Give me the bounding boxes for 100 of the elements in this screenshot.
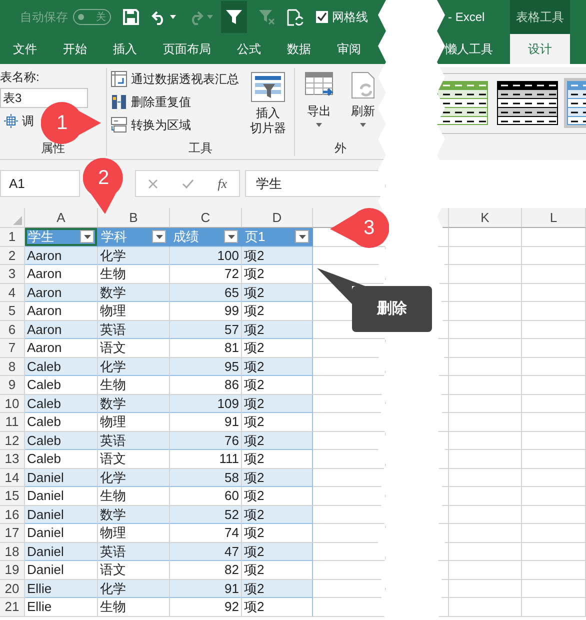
table-cell: Caleb [25,432,98,450]
filter-dropdown[interactable] [224,230,238,244]
table-style-thumbnail[interactable] [437,81,488,125]
caret-icon [156,234,162,239]
table-cell: 项2 [242,468,313,487]
table-cell: Ellie [25,598,98,616]
row-number[interactable]: 2 [0,246,25,265]
row-number[interactable]: 16 [0,506,25,524]
empty-cell [522,580,586,598]
ribbon-tab[interactable]: 设计 [510,34,570,64]
row-number[interactable]: 10 [0,394,25,413]
row-number[interactable]: 8 [0,358,25,376]
callout-tooltip: 2 [83,158,124,214]
table-cell: 95 [170,358,242,376]
empty-cell [522,468,586,487]
row-number[interactable]: 13 [0,450,25,468]
ribbon-button[interactable]: 转换为区域 [111,116,191,134]
table-cell: 92 [170,598,242,616]
column-header[interactable]: K [449,208,522,228]
row-number[interactable]: 11 [0,413,25,432]
filter-dropdown[interactable] [295,230,309,244]
table-cell: 化学 [98,468,170,487]
field-label: 表名称: [0,70,40,84]
ribbon-button[interactable]: 通过数据透视表汇总 [111,70,239,88]
row-number[interactable]: 19 [0,561,25,580]
table-cell: 项2 [242,358,313,376]
row-number[interactable]: 9 [0,376,25,394]
table-cell: 项2 [242,542,313,561]
row-number[interactable]: 1 [0,228,25,246]
row-number[interactable]: 6 [0,320,25,339]
save-icon[interactable] [123,9,139,25]
autosave-label: 自动保存 [20,8,68,26]
group-label: 外 [334,140,346,156]
table-cell: 化学 [98,246,170,265]
window-title: - Excel [447,10,486,24]
table-cell: 109 [170,394,242,413]
row-number[interactable]: 3 [0,265,25,284]
column-heading: 学科 [101,228,127,245]
ribbon-tab[interactable]: 数据 [274,34,324,64]
caret-icon[interactable] [170,15,176,19]
table-cell: 英语 [98,432,170,450]
empty-cell [437,413,449,432]
table-cell: 项2 [242,580,313,598]
pivot-table-icon [111,71,127,87]
empty-cell [522,246,586,265]
table-cell: 数学 [98,506,170,524]
row-number[interactable]: 7 [0,339,25,358]
tooltip: 删除 [317,268,432,332]
empty-cell [437,506,449,524]
ribbon-tab[interactable]: 开始 [50,34,100,64]
formula-input[interactable]: 学生 [245,170,386,197]
ribbon-tab[interactable]: 插入 [100,34,150,64]
ribbon-tab[interactable]: 审阅 [324,34,374,64]
row-number[interactable]: 17 [0,524,25,542]
table-name-field[interactable]: 表3 [0,88,88,108]
resize-button[interactable]: 调 [4,112,34,130]
filter-dropdown[interactable] [80,230,94,244]
empty-cell [522,506,586,524]
ribbon-tab[interactable]: 页面布局 [150,34,224,64]
row-number[interactable]: 20 [0,580,25,598]
empty-cell [522,284,586,302]
document-refresh-icon[interactable] [287,8,304,26]
table-cell: Aaron [25,246,98,265]
row-number[interactable]: 4 [0,284,25,302]
row-number[interactable]: 15 [0,487,25,506]
table-cell: 47 [170,542,242,561]
filter-dropdown[interactable] [152,230,166,244]
ribbon-tab[interactable]: 公式 [224,34,274,64]
ribbon-tab[interactable]: 懒人工具 [437,34,510,64]
document-refresh-icon [349,72,377,100]
table-cell: 项2 [242,284,313,302]
row-number[interactable]: 5 [0,302,25,320]
row-number[interactable]: 14 [0,468,25,487]
slicer-button[interactable]: 插入 切片器 [246,70,290,140]
empty-cell [522,302,586,320]
ribbon-button[interactable]: 删除重复值 [111,93,191,111]
filter-button[interactable] [221,1,247,33]
column-header[interactable]: L [522,208,586,228]
table-cell: 58 [170,468,242,487]
table-cell: Caleb [25,394,98,413]
ribbon-button[interactable]: 刷新 [343,70,383,140]
row-number[interactable]: 21 [0,598,25,616]
name-box[interactable]: A1 [0,170,80,197]
ribbon-tab[interactable]: 文件 [0,34,50,64]
ribbon-button[interactable]: 导出 [299,70,339,140]
table-cell: 项2 [242,432,313,450]
column-heading: 页1 [245,228,266,245]
caret-icon [228,234,234,239]
table-cell: 生物 [98,598,170,616]
table-cell: Daniel [25,506,98,524]
table-style-thumbnail[interactable] [497,81,558,125]
check-icon[interactable] [182,178,194,188]
table-cell: Aaron [25,284,98,302]
insert-function-button[interactable]: fx [218,176,228,192]
table-cell: 项2 [242,598,313,616]
row-number[interactable]: 18 [0,542,25,561]
row-number[interactable]: 12 [0,432,25,450]
empty-cell [437,450,449,468]
checkbox[interactable] [316,11,328,23]
empty-cell [437,228,449,246]
